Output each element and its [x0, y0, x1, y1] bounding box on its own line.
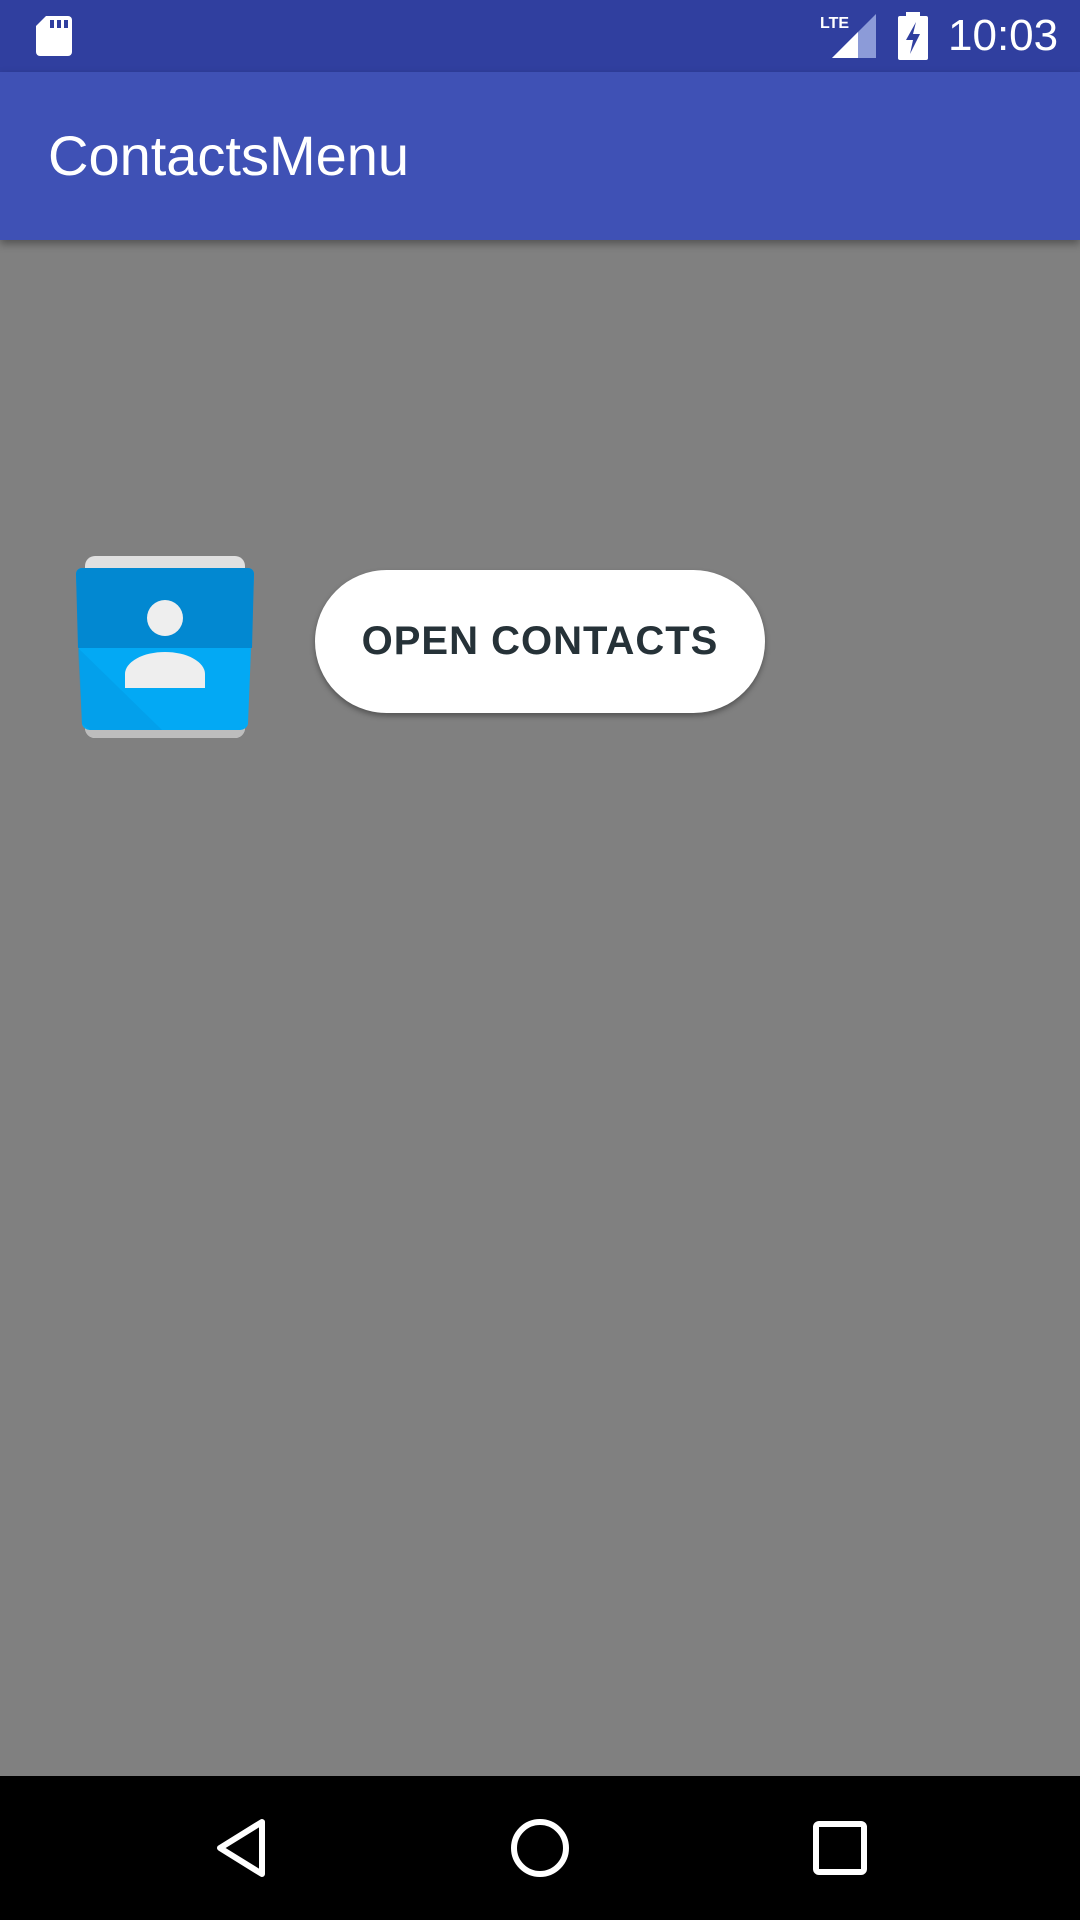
lte-signal-icon: LTE: [820, 14, 876, 58]
app-title: ContactsMenu: [48, 124, 410, 187]
status-bar: LTE 10:03: [0, 0, 1080, 72]
open-contacts-button[interactable]: OPEN CONTACTS: [315, 570, 765, 713]
navigation-bar: [0, 1776, 1080, 1920]
lte-label: LTE: [820, 15, 849, 32]
battery-charging-icon: [898, 12, 928, 60]
status-clock: 10:03: [948, 11, 1059, 60]
contacts-app-icon[interactable]: [72, 552, 258, 742]
app-bar: ContactsMenu: [0, 72, 1080, 240]
screen: LTE 10:03 ContactsMenu OPEN CONTACTS: [0, 0, 1080, 1920]
home-icon[interactable]: [508, 1816, 572, 1880]
recents-icon[interactable]: [808, 1816, 872, 1880]
sd-card-icon: [36, 16, 72, 56]
back-icon[interactable]: [210, 1816, 274, 1880]
